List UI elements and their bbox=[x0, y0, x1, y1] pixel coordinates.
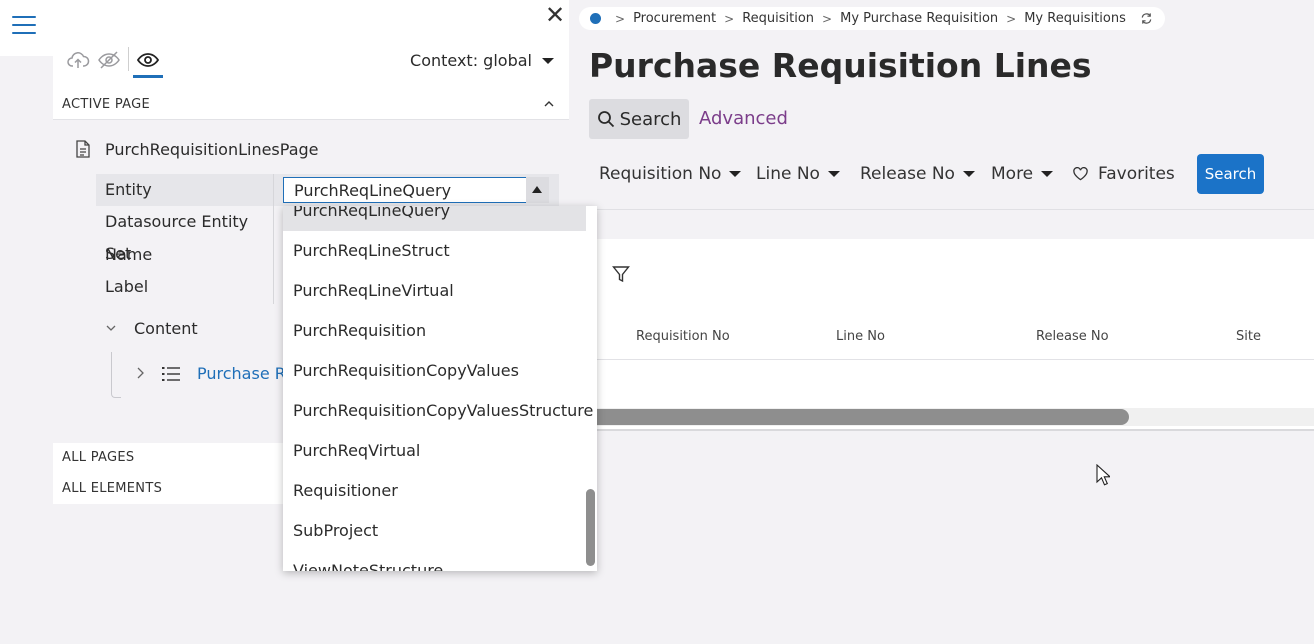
active-page-section-header[interactable]: ACTIVE PAGE bbox=[53, 89, 569, 120]
results-grid: Requisition No Line No Release No Site bbox=[569, 239, 1314, 431]
refresh-icon[interactable] bbox=[1140, 12, 1153, 25]
favorites-label: Favorites bbox=[1098, 164, 1175, 184]
entity-dropdown-list[interactable]: PurchReqLineQuery PurchReqLineStruct Pur… bbox=[283, 206, 597, 571]
tree-connector-line bbox=[111, 352, 121, 398]
dropdown-option[interactable]: PurchReqLineStruct bbox=[283, 231, 586, 271]
filter-release-no[interactable]: Release No bbox=[860, 162, 975, 186]
chevron-right-icon: > bbox=[822, 11, 833, 26]
dropdown-option[interactable]: PurchRequisitionCopyValuesStructure bbox=[283, 391, 593, 431]
column-header-release-no[interactable]: Release No bbox=[1036, 329, 1109, 344]
filter-label: Release No bbox=[860, 164, 955, 184]
page-title: Purchase Requisition Lines bbox=[589, 46, 1092, 85]
home-icon[interactable] bbox=[590, 13, 601, 24]
caret-down-icon bbox=[962, 171, 975, 177]
search-icon bbox=[597, 111, 614, 128]
toolbar-separator bbox=[128, 47, 129, 71]
filter-more[interactable]: More bbox=[991, 162, 1054, 186]
entity-combobox-input[interactable] bbox=[283, 177, 527, 203]
breadcrumb-link[interactable]: My Requisitions bbox=[1024, 11, 1126, 26]
document-icon bbox=[76, 140, 90, 158]
cloud-upload-icon[interactable] bbox=[66, 48, 90, 72]
context-dropdown[interactable]: Context: global bbox=[405, 42, 559, 79]
filter-label: Requisition No bbox=[599, 164, 722, 184]
column-header-site[interactable]: Site bbox=[1236, 329, 1261, 344]
search-button[interactable]: Search bbox=[1197, 154, 1264, 194]
chevron-down-icon[interactable] bbox=[105, 322, 117, 334]
breadcrumb: > Procurement > Requisition > My Purchas… bbox=[579, 7, 1165, 30]
application-area: > Procurement > Requisition > My Purchas… bbox=[569, 0, 1314, 644]
filter-funnel-icon[interactable] bbox=[612, 265, 630, 283]
caret-down-icon bbox=[1041, 171, 1054, 177]
context-label: Context: global bbox=[410, 51, 532, 70]
grid-header-divider bbox=[569, 359, 1314, 360]
column-header-line-no[interactable]: Line No bbox=[836, 329, 885, 344]
property-label-label: Label bbox=[105, 277, 149, 296]
property-entity-label: Entity bbox=[96, 174, 273, 206]
filter-divider bbox=[569, 209, 1314, 210]
list-icon bbox=[162, 367, 180, 381]
all-pages-section-header[interactable]: ALL PAGES bbox=[53, 443, 283, 474]
horizontal-scrollbar-thumb[interactable] bbox=[589, 409, 1129, 425]
dropdown-option[interactable]: SubProject bbox=[283, 511, 586, 551]
dropdown-option[interactable]: PurchRequisitionCopyValues bbox=[283, 351, 586, 391]
all-elements-section-header[interactable]: ALL ELEMENTS bbox=[53, 474, 283, 504]
favorites-button[interactable]: Favorites bbox=[1073, 162, 1175, 186]
app-nav-strip-lower bbox=[0, 56, 53, 644]
eye-icon[interactable] bbox=[136, 48, 160, 72]
dropdown-option[interactable]: PurchReqLineVirtual bbox=[283, 271, 586, 311]
breadcrumb-link[interactable]: My Purchase Requisition bbox=[840, 11, 998, 26]
grid-bottom-border bbox=[569, 429, 1314, 431]
property-datasource-label: Datasource Entity Set bbox=[105, 212, 249, 263]
breadcrumb-link[interactable]: Procurement bbox=[633, 11, 716, 26]
dropdown-option[interactable]: PurchReqVirtual bbox=[283, 431, 586, 471]
filter-line-no[interactable]: Line No bbox=[756, 162, 840, 186]
property-name-label: Name bbox=[105, 245, 153, 264]
advanced-search-link[interactable]: Advanced bbox=[699, 108, 788, 129]
chevron-up-icon bbox=[544, 101, 554, 107]
chevron-right-icon: > bbox=[615, 11, 626, 26]
chevron-right-icon: > bbox=[724, 11, 735, 26]
search-tab-label: Search bbox=[619, 108, 682, 130]
caret-down-icon bbox=[729, 171, 742, 177]
entity-combobox-toggle-icon[interactable] bbox=[526, 177, 549, 203]
column-header-requisition-no[interactable]: Requisition No bbox=[636, 329, 730, 344]
filter-label: More bbox=[991, 164, 1034, 184]
eye-slash-icon[interactable] bbox=[97, 48, 121, 72]
hamburger-menu-icon[interactable] bbox=[12, 16, 36, 38]
chevron-right-icon[interactable] bbox=[134, 366, 146, 380]
caret-down-icon bbox=[541, 57, 554, 64]
breadcrumb-link[interactable]: Requisition bbox=[742, 11, 814, 26]
dropdown-option[interactable]: PurchRequisition bbox=[283, 311, 586, 351]
filter-label: Line No bbox=[756, 164, 820, 184]
caret-down-icon bbox=[827, 171, 840, 177]
dropdown-option[interactable]: Requisitioner bbox=[283, 471, 586, 511]
active-page-header-label: ACTIVE PAGE bbox=[62, 97, 151, 112]
filter-requisition-no[interactable]: Requisition No bbox=[599, 162, 742, 186]
dropdown-option[interactable]: ViewNoteStructure bbox=[283, 551, 586, 571]
close-icon[interactable]: ✕ bbox=[542, 3, 568, 29]
chevron-right-icon: > bbox=[1006, 11, 1017, 26]
active-page-name: PurchRequisitionLinesPage bbox=[105, 140, 319, 159]
heart-icon bbox=[1073, 167, 1088, 181]
dropdown-option[interactable]: PurchReqLineQuery bbox=[283, 206, 586, 231]
mouse-cursor-icon bbox=[1096, 464, 1110, 486]
tree-item-purchase-lines[interactable]: Purchase Re bbox=[197, 364, 287, 383]
content-tree-label[interactable]: Content bbox=[134, 319, 198, 338]
search-tab[interactable]: Search bbox=[589, 99, 689, 139]
entity-dropdown-items: PurchReqLineQuery PurchReqLineStruct Pur… bbox=[283, 206, 593, 571]
dropdown-scrollbar-thumb[interactable] bbox=[586, 489, 595, 566]
active-tool-indicator bbox=[133, 75, 163, 78]
